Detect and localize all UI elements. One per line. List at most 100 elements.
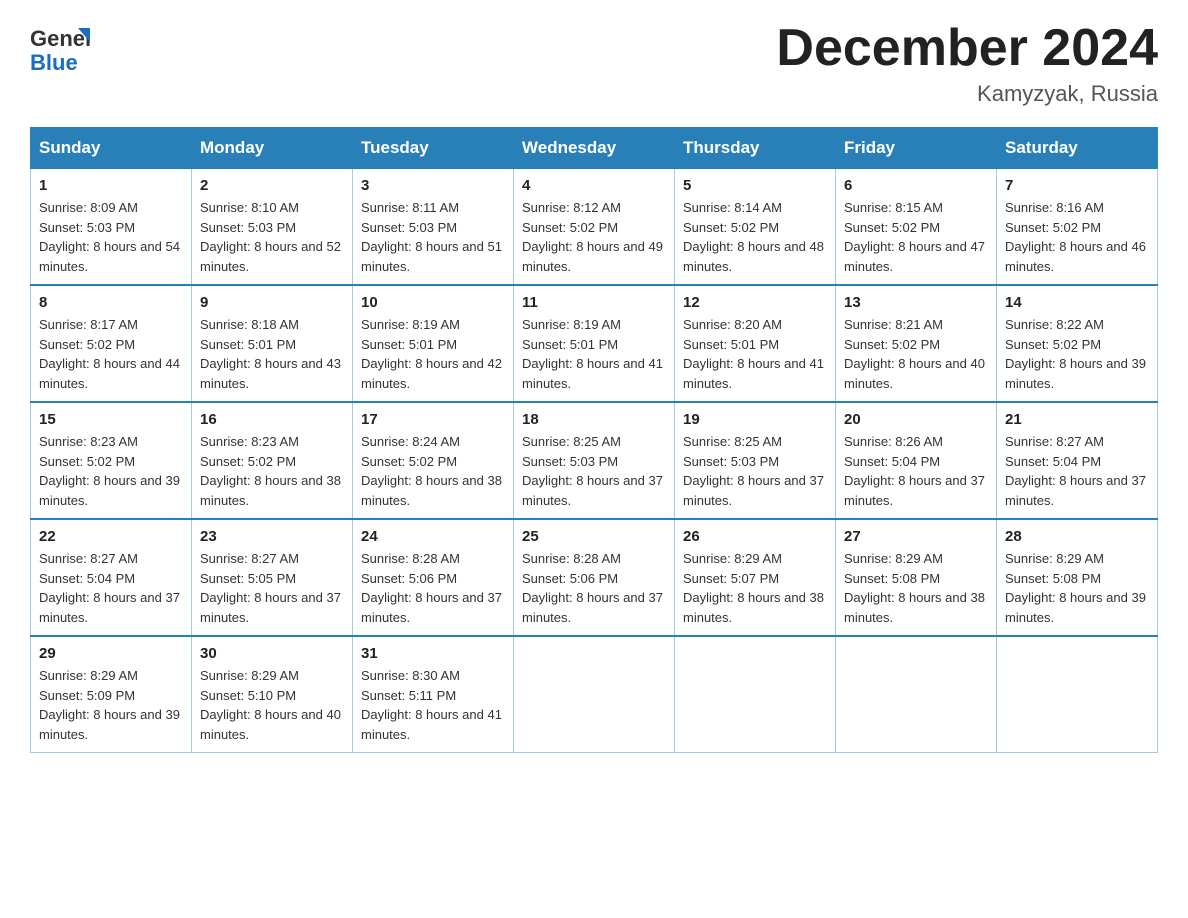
calendar-cell: 6 Sunrise: 8:15 AM Sunset: 5:02 PM Dayli… <box>836 169 997 286</box>
day-info: Sunrise: 8:29 AM Sunset: 5:09 PM Dayligh… <box>39 666 183 744</box>
day-number: 31 <box>361 645 505 662</box>
col-sunday: Sunday <box>31 128 192 169</box>
calendar-cell: 27 Sunrise: 8:29 AM Sunset: 5:08 PM Dayl… <box>836 519 997 636</box>
day-info: Sunrise: 8:10 AM Sunset: 5:03 PM Dayligh… <box>200 198 344 276</box>
day-number: 18 <box>522 411 666 428</box>
col-thursday: Thursday <box>675 128 836 169</box>
calendar-cell: 23 Sunrise: 8:27 AM Sunset: 5:05 PM Dayl… <box>192 519 353 636</box>
location: Kamyzyak, Russia <box>776 81 1158 107</box>
calendar-cell: 11 Sunrise: 8:19 AM Sunset: 5:01 PM Dayl… <box>514 285 675 402</box>
day-info: Sunrise: 8:29 AM Sunset: 5:10 PM Dayligh… <box>200 666 344 744</box>
col-wednesday: Wednesday <box>514 128 675 169</box>
calendar-cell: 10 Sunrise: 8:19 AM Sunset: 5:01 PM Dayl… <box>353 285 514 402</box>
week-row-5: 29 Sunrise: 8:29 AM Sunset: 5:09 PM Dayl… <box>31 636 1158 753</box>
day-number: 27 <box>844 528 988 545</box>
day-info: Sunrise: 8:15 AM Sunset: 5:02 PM Dayligh… <box>844 198 988 276</box>
day-info: Sunrise: 8:22 AM Sunset: 5:02 PM Dayligh… <box>1005 315 1149 393</box>
calendar-cell: 30 Sunrise: 8:29 AM Sunset: 5:10 PM Dayl… <box>192 636 353 753</box>
day-info: Sunrise: 8:18 AM Sunset: 5:01 PM Dayligh… <box>200 315 344 393</box>
day-info: Sunrise: 8:27 AM Sunset: 5:05 PM Dayligh… <box>200 549 344 627</box>
calendar-cell: 26 Sunrise: 8:29 AM Sunset: 5:07 PM Dayl… <box>675 519 836 636</box>
week-row-2: 8 Sunrise: 8:17 AM Sunset: 5:02 PM Dayli… <box>31 285 1158 402</box>
day-info: Sunrise: 8:20 AM Sunset: 5:01 PM Dayligh… <box>683 315 827 393</box>
calendar-cell: 5 Sunrise: 8:14 AM Sunset: 5:02 PM Dayli… <box>675 169 836 286</box>
day-number: 8 <box>39 294 183 311</box>
calendar-cell: 13 Sunrise: 8:21 AM Sunset: 5:02 PM Dayl… <box>836 285 997 402</box>
day-number: 23 <box>200 528 344 545</box>
calendar-cell <box>997 636 1158 753</box>
calendar-cell: 31 Sunrise: 8:30 AM Sunset: 5:11 PM Dayl… <box>353 636 514 753</box>
day-number: 13 <box>844 294 988 311</box>
day-number: 9 <box>200 294 344 311</box>
day-info: Sunrise: 8:14 AM Sunset: 5:02 PM Dayligh… <box>683 198 827 276</box>
calendar-cell: 7 Sunrise: 8:16 AM Sunset: 5:02 PM Dayli… <box>997 169 1158 286</box>
day-number: 1 <box>39 177 183 194</box>
day-info: Sunrise: 8:27 AM Sunset: 5:04 PM Dayligh… <box>39 549 183 627</box>
day-number: 20 <box>844 411 988 428</box>
day-number: 7 <box>1005 177 1149 194</box>
month-title: December 2024 <box>776 20 1158 77</box>
day-number: 15 <box>39 411 183 428</box>
day-number: 29 <box>39 645 183 662</box>
day-number: 28 <box>1005 528 1149 545</box>
day-number: 21 <box>1005 411 1149 428</box>
day-number: 5 <box>683 177 827 194</box>
day-info: Sunrise: 8:23 AM Sunset: 5:02 PM Dayligh… <box>200 432 344 510</box>
calendar-cell: 17 Sunrise: 8:24 AM Sunset: 5:02 PM Dayl… <box>353 402 514 519</box>
day-info: Sunrise: 8:24 AM Sunset: 5:02 PM Dayligh… <box>361 432 505 510</box>
calendar-cell: 29 Sunrise: 8:29 AM Sunset: 5:09 PM Dayl… <box>31 636 192 753</box>
day-info: Sunrise: 8:29 AM Sunset: 5:07 PM Dayligh… <box>683 549 827 627</box>
day-number: 6 <box>844 177 988 194</box>
day-number: 12 <box>683 294 827 311</box>
day-number: 11 <box>522 294 666 311</box>
title-block: December 2024 Kamyzyak, Russia <box>776 20 1158 107</box>
week-row-1: 1 Sunrise: 8:09 AM Sunset: 5:03 PM Dayli… <box>31 169 1158 286</box>
calendar-header-row: Sunday Monday Tuesday Wednesday Thursday… <box>31 128 1158 169</box>
col-tuesday: Tuesday <box>353 128 514 169</box>
day-info: Sunrise: 8:25 AM Sunset: 5:03 PM Dayligh… <box>522 432 666 510</box>
day-info: Sunrise: 8:12 AM Sunset: 5:02 PM Dayligh… <box>522 198 666 276</box>
day-number: 16 <box>200 411 344 428</box>
day-info: Sunrise: 8:17 AM Sunset: 5:02 PM Dayligh… <box>39 315 183 393</box>
day-number: 22 <box>39 528 183 545</box>
calendar-table: Sunday Monday Tuesday Wednesday Thursday… <box>30 127 1158 753</box>
day-number: 3 <box>361 177 505 194</box>
day-info: Sunrise: 8:30 AM Sunset: 5:11 PM Dayligh… <box>361 666 505 744</box>
calendar-cell: 21 Sunrise: 8:27 AM Sunset: 5:04 PM Dayl… <box>997 402 1158 519</box>
day-info: Sunrise: 8:16 AM Sunset: 5:02 PM Dayligh… <box>1005 198 1149 276</box>
day-number: 17 <box>361 411 505 428</box>
day-number: 30 <box>200 645 344 662</box>
day-info: Sunrise: 8:29 AM Sunset: 5:08 PM Dayligh… <box>844 549 988 627</box>
day-info: Sunrise: 8:11 AM Sunset: 5:03 PM Dayligh… <box>361 198 505 276</box>
calendar-cell: 14 Sunrise: 8:22 AM Sunset: 5:02 PM Dayl… <box>997 285 1158 402</box>
calendar-cell <box>836 636 997 753</box>
day-info: Sunrise: 8:19 AM Sunset: 5:01 PM Dayligh… <box>361 315 505 393</box>
logo: General Blue <box>30 20 90 75</box>
day-info: Sunrise: 8:28 AM Sunset: 5:06 PM Dayligh… <box>522 549 666 627</box>
col-saturday: Saturday <box>997 128 1158 169</box>
day-info: Sunrise: 8:21 AM Sunset: 5:02 PM Dayligh… <box>844 315 988 393</box>
calendar-cell <box>675 636 836 753</box>
day-info: Sunrise: 8:28 AM Sunset: 5:06 PM Dayligh… <box>361 549 505 627</box>
calendar-cell: 8 Sunrise: 8:17 AM Sunset: 5:02 PM Dayli… <box>31 285 192 402</box>
calendar-cell: 20 Sunrise: 8:26 AM Sunset: 5:04 PM Dayl… <box>836 402 997 519</box>
calendar-cell: 12 Sunrise: 8:20 AM Sunset: 5:01 PM Dayl… <box>675 285 836 402</box>
week-row-3: 15 Sunrise: 8:23 AM Sunset: 5:02 PM Dayl… <box>31 402 1158 519</box>
calendar-cell: 15 Sunrise: 8:23 AM Sunset: 5:02 PM Dayl… <box>31 402 192 519</box>
calendar-cell: 24 Sunrise: 8:28 AM Sunset: 5:06 PM Dayl… <box>353 519 514 636</box>
day-number: 26 <box>683 528 827 545</box>
week-row-4: 22 Sunrise: 8:27 AM Sunset: 5:04 PM Dayl… <box>31 519 1158 636</box>
page-header: General Blue December 2024 Kamyzyak, Rus… <box>30 20 1158 107</box>
col-friday: Friday <box>836 128 997 169</box>
day-info: Sunrise: 8:27 AM Sunset: 5:04 PM Dayligh… <box>1005 432 1149 510</box>
calendar-cell: 3 Sunrise: 8:11 AM Sunset: 5:03 PM Dayli… <box>353 169 514 286</box>
calendar-cell: 16 Sunrise: 8:23 AM Sunset: 5:02 PM Dayl… <box>192 402 353 519</box>
day-info: Sunrise: 8:25 AM Sunset: 5:03 PM Dayligh… <box>683 432 827 510</box>
day-info: Sunrise: 8:23 AM Sunset: 5:02 PM Dayligh… <box>39 432 183 510</box>
day-number: 10 <box>361 294 505 311</box>
calendar-cell: 25 Sunrise: 8:28 AM Sunset: 5:06 PM Dayl… <box>514 519 675 636</box>
calendar-cell: 28 Sunrise: 8:29 AM Sunset: 5:08 PM Dayl… <box>997 519 1158 636</box>
day-number: 4 <box>522 177 666 194</box>
day-info: Sunrise: 8:29 AM Sunset: 5:08 PM Dayligh… <box>1005 549 1149 627</box>
calendar-cell: 4 Sunrise: 8:12 AM Sunset: 5:02 PM Dayli… <box>514 169 675 286</box>
